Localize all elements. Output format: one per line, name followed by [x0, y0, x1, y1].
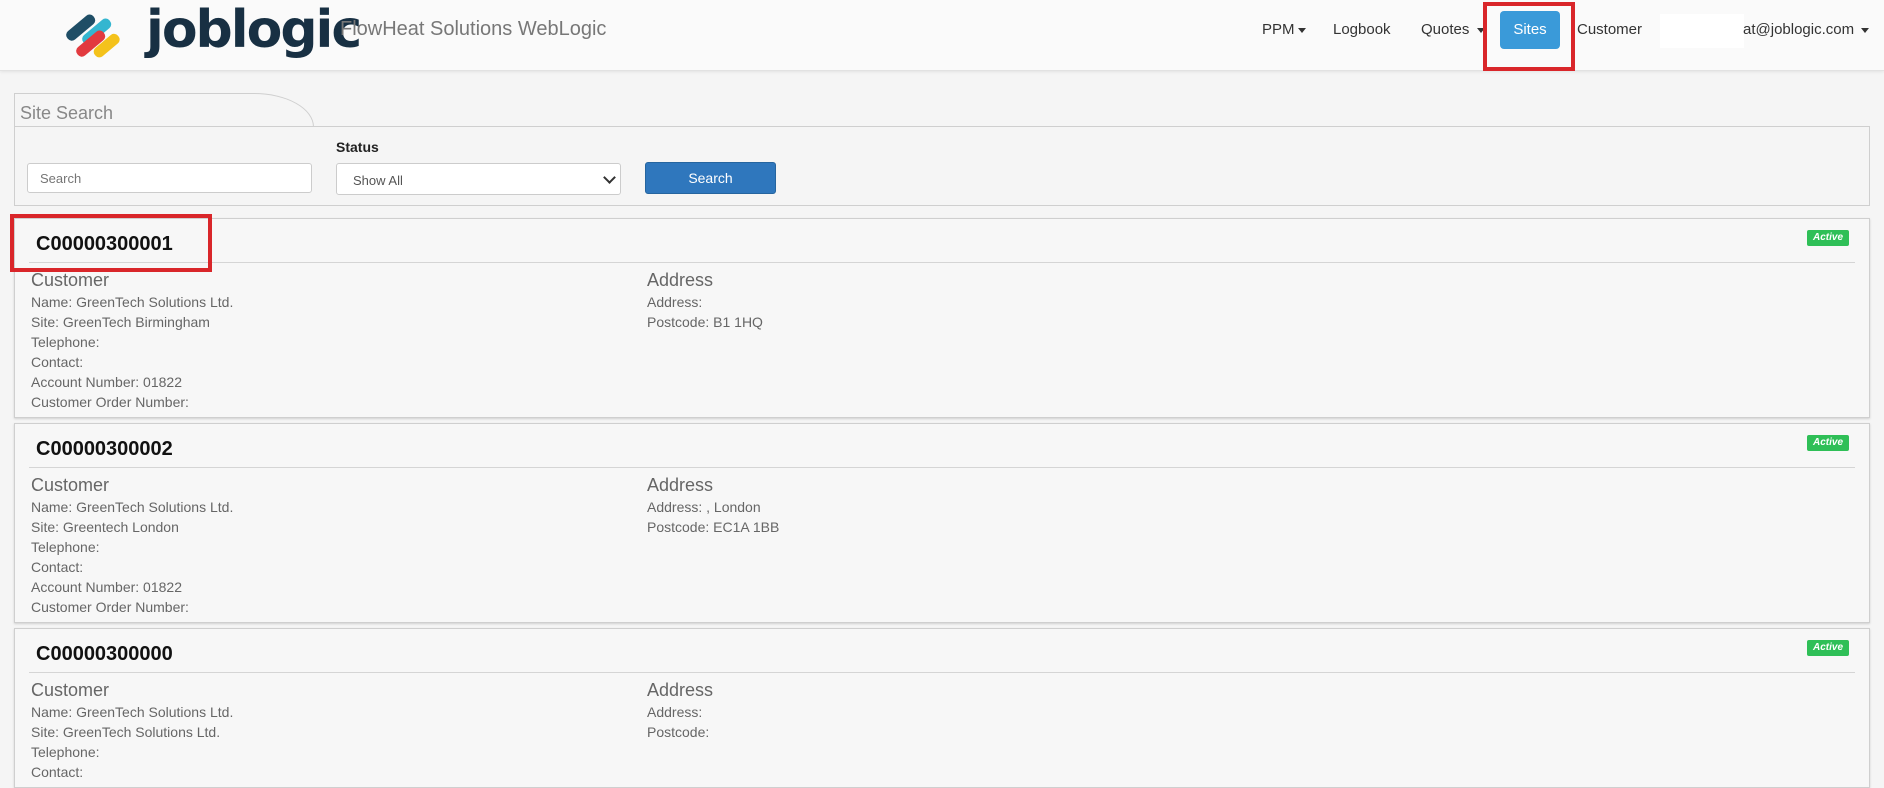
customer-telephone: Telephone: [31, 334, 100, 350]
chevron-down-icon [1297, 27, 1306, 33]
address-heading: Address [647, 475, 714, 495]
divider [29, 262, 1855, 263]
app-title: FlowHeat Solutions WebLogic [340, 18, 607, 40]
status-badge: Active [1806, 640, 1849, 656]
account-number: Account Number: 01822 [31, 579, 182, 595]
customer-contact: Contact: [31, 559, 84, 575]
redaction-mask [1660, 14, 1744, 48]
logo-wordmark[interactable]: joblogic [146, 0, 362, 62]
top-navbar: joblogic FlowHeat Solutions WebLogic PPM… [0, 0, 1884, 71]
customer-telephone: Telephone: [31, 744, 100, 760]
customer-contact: Contact: [31, 354, 84, 370]
customer-name: Name: GreenTech Solutions Ltd. [31, 704, 234, 720]
joblogic-logo-icon[interactable] [66, 8, 132, 58]
site-postcode: Postcode: EC1A 1BB [647, 519, 780, 535]
user-menu[interactable]: at@joblogic.com [1743, 21, 1870, 38]
address-heading: Address [647, 270, 714, 290]
status-label: Status [336, 139, 379, 155]
site-card[interactable]: C00000300000 Active Customer Name: Green… [14, 628, 1870, 788]
site-code-highlight-box [10, 214, 212, 272]
customer-heading: Customer [31, 270, 110, 290]
customer-order-number: Customer Order Number: [31, 599, 189, 615]
divider [29, 672, 1855, 673]
address-heading: Address [647, 680, 714, 700]
customer-contact: Contact: [31, 764, 84, 780]
site-address: Address: , London [647, 499, 761, 515]
sites-highlight-box [1483, 2, 1575, 71]
site-code[interactable]: C00000300000 [36, 643, 173, 666]
status-select-value: Show All [353, 173, 403, 188]
chevron-down-icon [603, 171, 616, 184]
search-button[interactable]: Search [645, 162, 776, 194]
customer-site: Site: GreenTech Solutions Ltd. [31, 724, 221, 740]
site-address: Address: [647, 294, 703, 310]
customer-name: Name: GreenTech Solutions Ltd. [31, 294, 234, 310]
site-postcode: Postcode: [647, 724, 710, 740]
nav-quotes[interactable]: Quotes [1421, 21, 1485, 38]
nav-quotes-label: Quotes [1421, 21, 1470, 38]
customer-site: Site: Greentech London [31, 519, 179, 535]
nav-ppm-label: PPM [1262, 21, 1295, 38]
search-tab-title: Site Search [20, 103, 114, 123]
site-card[interactable]: C00000300001 Active Customer Name: Green… [14, 218, 1870, 418]
customer-heading: Customer [31, 475, 110, 495]
site-code[interactable]: C00000300002 [36, 438, 173, 461]
search-input[interactable] [27, 163, 312, 193]
nav-customer[interactable]: Customer [1577, 21, 1642, 38]
site-card[interactable]: C00000300002 Active Customer Name: Green… [14, 423, 1870, 623]
customer-order-number: Customer Order Number: [31, 394, 189, 410]
customer-telephone: Telephone: [31, 539, 100, 555]
status-badge: Active [1806, 435, 1849, 451]
customer-name: Name: GreenTech Solutions Ltd. [31, 499, 234, 515]
divider [29, 467, 1855, 468]
user-email: at@joblogic.com [1743, 21, 1855, 38]
customer-site: Site: GreenTech Birmingham [31, 314, 210, 330]
status-select[interactable]: Show All [336, 163, 621, 195]
chevron-down-icon [1861, 27, 1870, 33]
site-address: Address: [647, 704, 703, 720]
nav-logbook[interactable]: Logbook [1333, 21, 1391, 38]
status-badge: Active [1806, 230, 1849, 246]
nav-ppm[interactable]: PPM [1262, 21, 1306, 38]
site-postcode: Postcode: B1 1HQ [647, 314, 763, 330]
customer-heading: Customer [31, 680, 110, 700]
account-number: Account Number: 01822 [31, 374, 182, 390]
